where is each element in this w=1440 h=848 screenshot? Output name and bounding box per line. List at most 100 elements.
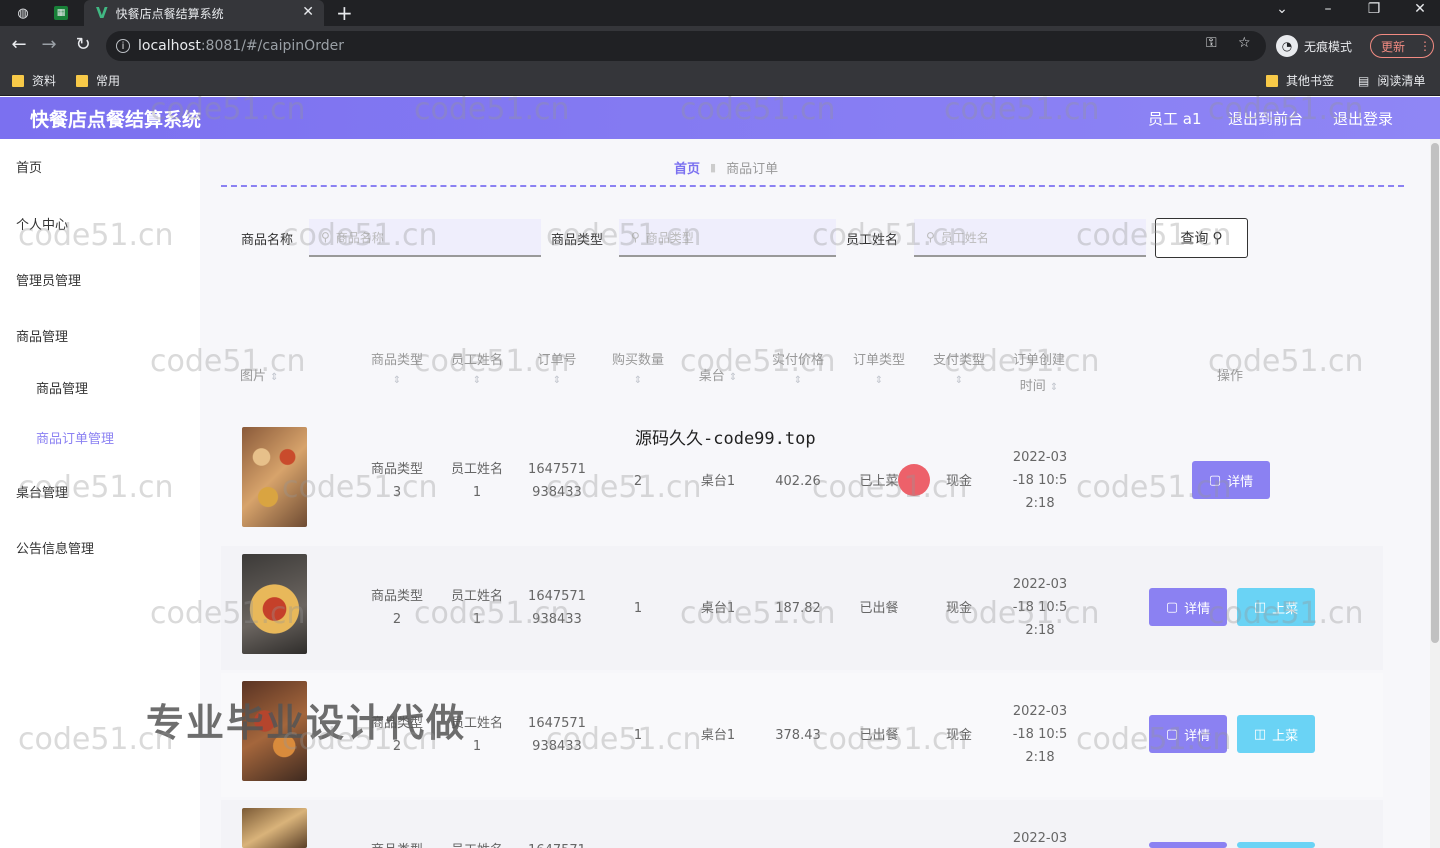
serve-button[interactable] — [1237, 842, 1315, 848]
cell-price: 378.43 — [775, 728, 821, 743]
update-label: 更新 — [1381, 39, 1406, 54]
click-indicator — [898, 464, 930, 496]
address-bar[interactable]: i localhost:8081/#/caipinOrder — [106, 31, 1266, 61]
search-input-staff[interactable]: ⚲ 员工姓名 — [914, 219, 1146, 257]
divider — [221, 185, 1404, 187]
close-window-icon[interactable]: ✕ — [1408, 1, 1432, 17]
source-overlay-text: 源码久久-code99.top — [635, 429, 816, 449]
search-input-name[interactable]: ⚲ 商品名称 — [309, 219, 541, 257]
sort-icon: ⇕ — [633, 375, 643, 386]
cell-price: 402.26 — [775, 474, 821, 489]
column-header-order-no[interactable]: 订单号 ⇕ — [522, 348, 592, 388]
tab-search-icon[interactable]: ⌄ — [1270, 1, 1294, 17]
close-tab-icon[interactable]: ✕ — [302, 4, 314, 20]
url-path: :8081/#/caipinOrder — [200, 38, 344, 54]
search-icon: ⚲ — [926, 230, 935, 244]
serve-button[interactable]: ◫ 上菜 — [1237, 588, 1315, 626]
cell-text: 2022-03 — [1012, 450, 1068, 465]
sidebar-item-tables[interactable]: 桌台管理 — [16, 482, 68, 501]
sort-icon: ⇕ — [392, 375, 402, 386]
cell-order-no: 1647571 — [522, 839, 592, 848]
scrollbar-thumb[interactable] — [1431, 143, 1439, 643]
info-icon[interactable]: i — [116, 39, 130, 53]
cell-text: 1647571 — [528, 716, 586, 731]
search-label-staff: 员工姓名 — [846, 233, 899, 248]
reading-list[interactable]: ▤ 阅读清单 — [1358, 72, 1425, 89]
bookmark-folder[interactable]: 资料 — [12, 72, 56, 89]
cell-created: 2022-03 -18 10:5 2:18 — [1004, 700, 1076, 769]
page-scrollbar[interactable] — [1430, 139, 1440, 848]
detail-button[interactable] — [1149, 842, 1227, 848]
key-icon[interactable]: ⚿ — [1206, 35, 1217, 51]
search-input-category[interactable]: ⚲ 商品类型 — [619, 219, 836, 257]
sidebar-subitem-goods[interactable]: 商品管理 — [36, 378, 88, 397]
sidebar-item-profile[interactable]: 个人中心 — [16, 214, 68, 233]
query-label: 查询 — [1180, 231, 1209, 247]
button-label: 上菜 — [1272, 728, 1299, 744]
app-header: 快餐店点餐结算系统 员工 a1 退出到前台 退出登录 — [0, 97, 1440, 139]
sort-icon: ⇕ — [472, 375, 482, 386]
column-header-category[interactable]: 商品类型 ⇕ — [362, 348, 432, 388]
serve-icon: ◫ — [1253, 599, 1267, 615]
sidebar-item-home[interactable]: 首页 — [16, 157, 42, 176]
bookmark-folder[interactable]: 常用 — [76, 72, 120, 89]
breadcrumb-home[interactable]: 首页 — [674, 158, 700, 177]
star-icon[interactable]: ☆ — [1238, 35, 1251, 51]
cell-desk: 桌台1 — [700, 728, 736, 743]
back-to-front-link[interactable]: 退出到前台 — [1228, 108, 1303, 129]
document-icon: ▢ — [1208, 472, 1222, 488]
cell-created: 2022-03 -18 10:5 2:18 — [1004, 446, 1076, 515]
detail-button[interactable]: ▢ 详情 — [1149, 588, 1227, 626]
cell-desk: 桌台1 — [700, 601, 736, 616]
column-header-created[interactable]: 订单创建 时间 ⇕ — [1004, 348, 1074, 401]
cell-order-no: 1647571 938433 — [522, 712, 592, 758]
incognito-indicator[interactable]: ◔ 无痕模式 — [1276, 32, 1352, 60]
sort-icon: ⇕ — [552, 375, 562, 386]
sheet-app-icon[interactable]: ▦ — [54, 6, 68, 20]
detail-button[interactable]: ▢ 详情 — [1192, 461, 1270, 499]
detail-button[interactable]: ▢ 详情 — [1149, 715, 1227, 753]
sidebar-item-notices[interactable]: 公告信息管理 — [16, 538, 94, 557]
cell-text: -18 10:5 — [1012, 600, 1068, 615]
globe-icon[interactable]: ◍ — [14, 4, 32, 22]
sort-icon: ⇕ — [728, 372, 738, 383]
browser-tab-active[interactable]: V 快餐店点餐结算系统 ✕ — [84, 0, 324, 26]
sidebar-item-admin[interactable]: 管理员管理 — [16, 270, 81, 289]
cell-text: 2:18 — [1025, 750, 1055, 765]
cell-text: 员工姓名 — [450, 462, 503, 477]
column-header-image[interactable]: 图片 ⇕ — [240, 364, 300, 391]
logout-link[interactable]: 退出登录 — [1333, 108, 1393, 129]
column-header-price[interactable]: 实付价格 ⇕ — [763, 348, 833, 388]
food-image — [242, 427, 307, 527]
query-button[interactable]: 查询 ⚲ — [1155, 218, 1248, 258]
update-button[interactable]: 更新 ⋮ — [1370, 34, 1434, 58]
column-header-desk[interactable]: 桌台 ⇕ — [683, 364, 753, 391]
cell-text: 938433 — [532, 485, 582, 500]
column-header-pay-type[interactable]: 支付类型 ⇕ — [924, 348, 994, 388]
header-label: 员工姓名 — [450, 353, 503, 368]
sidebar-subitem-goods-orders[interactable]: 商品订单管理 — [36, 428, 114, 447]
cell-text: 2:18 — [1025, 623, 1055, 638]
minimize-icon[interactable]: – — [1316, 1, 1340, 17]
cell-text: 1 — [472, 612, 482, 627]
column-header-ops: 操作 — [1216, 369, 1243, 384]
new-tab-icon[interactable]: + — [336, 1, 353, 25]
reload-icon[interactable]: ↻ — [72, 34, 94, 55]
incognito-icon: ◔ — [1276, 35, 1298, 57]
cell-desk: 桌台1 — [700, 474, 736, 489]
column-header-order-type[interactable]: 订单类型 ⇕ — [844, 348, 914, 388]
cell-category: 商品类型 2 — [362, 585, 432, 631]
cell-text: 1 — [472, 485, 482, 500]
cell-text: 商品类型 — [370, 462, 423, 477]
serve-button[interactable]: ◫ 上菜 — [1237, 715, 1315, 753]
cell-text: 1647571 — [528, 462, 586, 477]
cell-category: 商品类型 3 — [362, 458, 432, 504]
back-icon[interactable]: ← — [8, 34, 30, 55]
restore-icon[interactable]: ❐ — [1362, 1, 1386, 17]
cell-staff: 员工姓名 1 — [442, 585, 512, 631]
forward-icon[interactable]: → — [38, 34, 60, 55]
column-header-qty[interactable]: 购买数量 ⇕ — [603, 348, 673, 388]
sidebar-item-goods[interactable]: 商品管理 — [16, 326, 68, 345]
other-bookmarks[interactable]: 其他书签 — [1266, 72, 1334, 89]
column-header-staff[interactable]: 员工姓名 ⇕ — [442, 348, 512, 388]
